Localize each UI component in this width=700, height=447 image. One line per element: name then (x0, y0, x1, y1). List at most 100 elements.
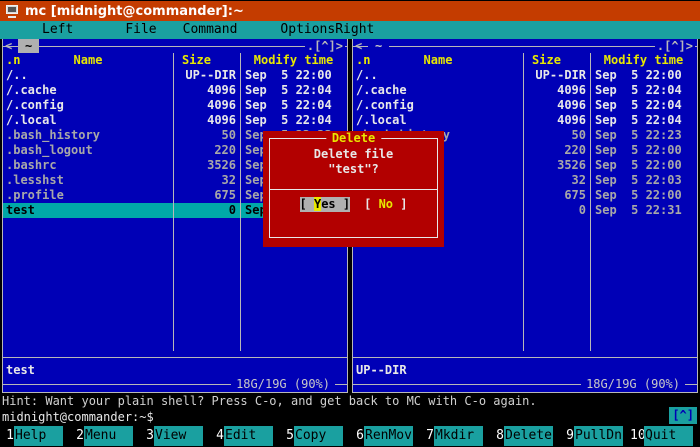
file-row[interactable]: /.cache 4096 Sep 5 22:04 (3, 83, 347, 98)
function-key-number: 9 (560, 426, 574, 446)
no-button[interactable]: [ No ] (364, 197, 407, 212)
menu-item[interactable]: Left (42, 21, 73, 39)
left-panel-separator (3, 351, 347, 363)
scrollback-indicator[interactable]: [^] (669, 407, 697, 424)
function-key[interactable]: 5 Copy (280, 426, 350, 446)
delete-dialog: Delete Delete file "test"? [ Yes ] [ No … (263, 131, 444, 247)
menu-item[interactable]: Options (280, 21, 335, 39)
file-size: 3526 (173, 158, 240, 173)
file-row[interactable]: /.. UP--DIR Sep 5 22:00 (3, 68, 347, 83)
delete-dialog-divider (270, 189, 437, 190)
function-key-label: View (154, 426, 203, 446)
file-size: 675 (173, 188, 240, 203)
function-key[interactable]: 9 PullDn (560, 426, 630, 446)
function-key[interactable]: 8 Delete (490, 426, 560, 446)
file-name: .profile (3, 188, 173, 203)
file-size: 220 (523, 143, 590, 158)
left-panel-back-arrow[interactable]: < (5, 39, 12, 53)
column-header-mtime[interactable]: Modify time (240, 53, 347, 68)
left-panel-disk-usage: 18G/19G (90%) (231, 378, 335, 391)
function-key[interactable]: 2 Menu (70, 426, 140, 446)
right-panel-separator (353, 351, 697, 363)
file-mtime: Sep 5 22:04 (590, 98, 697, 113)
file-name: /.config (353, 98, 523, 113)
right-panel-disk-usage: 18G/19G (90%) (581, 378, 685, 391)
file-mtime: Sep 5 22:00 (590, 158, 697, 173)
yes-button[interactable]: [ Yes ] (300, 197, 351, 212)
function-key[interactable]: 7 Mkdir (420, 426, 490, 446)
function-key-label: RenMov (364, 426, 413, 446)
file-row[interactable]: /.config 4096 Sep 5 22:04 (3, 98, 347, 113)
file-row[interactable]: /.. UP--DIR Sep 5 22:00 (353, 68, 697, 83)
menu-item[interactable]: Command (183, 21, 238, 39)
file-size: 0 (523, 203, 590, 218)
no-button-bracket-right: ] (393, 197, 407, 211)
file-mtime: Sep 5 22:04 (590, 83, 697, 98)
function-key-label: Menu (84, 426, 133, 446)
left-panel-corner-controls[interactable]: .[^]> (305, 39, 345, 53)
delete-dialog-message-line1: Delete file (270, 147, 437, 162)
file-size: 32 (523, 173, 590, 188)
sort-indicator[interactable]: .n (353, 53, 373, 68)
column-header-mtime[interactable]: Modify time (590, 53, 697, 68)
function-key-number: 8 (490, 426, 504, 446)
function-key[interactable]: 10 Quit (630, 426, 700, 446)
function-key-number: 2 (70, 426, 84, 446)
file-size: 4096 (523, 98, 590, 113)
left-panel-top-border: < ~ .[^]> (3, 39, 347, 53)
file-row[interactable]: /.local 4096 Sep 5 22:04 (353, 113, 697, 128)
function-key-number: 10 (630, 426, 644, 446)
column-divider (523, 53, 524, 351)
column-header-name[interactable]: Name (23, 53, 153, 68)
function-key-number: 4 (210, 426, 224, 446)
right-panel-corner-controls[interactable]: .[^]> (655, 39, 695, 53)
right-panel-path-tab[interactable]: ~ (368, 39, 389, 53)
file-size: 0 (173, 203, 240, 218)
function-key[interactable]: 1 Help (0, 426, 70, 446)
sort-indicator[interactable]: .n (3, 53, 23, 68)
file-name: /.local (3, 113, 173, 128)
function-key-number: 7 (420, 426, 434, 446)
column-header-size[interactable]: Size (153, 53, 240, 68)
delete-dialog-title: Delete (326, 131, 381, 146)
file-size: 4096 (173, 113, 240, 128)
function-key[interactable]: 6 RenMov (350, 426, 420, 446)
right-panel-top-border: < ~ .[^]> (353, 39, 697, 53)
menu-item[interactable]: File (125, 21, 156, 39)
function-key-number: 3 (140, 426, 154, 446)
file-size: 50 (173, 128, 240, 143)
menu-item[interactable]: Right (335, 21, 374, 39)
window-titlebar: mc [midnight@commander]:~ (0, 0, 700, 21)
file-row[interactable]: /.cache 4096 Sep 5 22:04 (353, 83, 697, 98)
file-mtime: Sep 5 22:04 (240, 83, 347, 98)
left-panel-bottom-border: 18G/19G (90%) (3, 378, 347, 392)
right-panel-bottom-border: 18G/19G (90%) (353, 378, 697, 392)
yes-button-rest: es ] (321, 197, 350, 211)
menu-bar: Left File Command Options Right (0, 21, 700, 39)
left-panel-mini-status: test (3, 363, 347, 378)
file-name: test (3, 203, 173, 218)
column-divider (240, 53, 241, 351)
column-header-size[interactable]: Size (503, 53, 590, 68)
column-header-name[interactable]: Name (373, 53, 503, 68)
function-key-label: Edit (224, 426, 273, 446)
file-mtime: Sep 5 22:04 (240, 98, 347, 113)
hint-line: Hint: Want your plain shell? Press C-o, … (0, 393, 700, 409)
file-name: /.local (353, 113, 523, 128)
file-size: UP--DIR (173, 68, 240, 83)
file-row[interactable]: /.config 4096 Sep 5 22:04 (353, 98, 697, 113)
function-key[interactable]: 3 View (140, 426, 210, 446)
file-mtime: Sep 5 22:00 (590, 143, 697, 158)
function-key[interactable]: 4 Edit (210, 426, 280, 446)
right-panel-back-arrow[interactable]: < (355, 39, 362, 53)
delete-dialog-buttons: [ Yes ] [ No ] (270, 197, 437, 212)
file-name: /.. (353, 68, 523, 83)
left-panel-path-tab[interactable]: ~ (18, 39, 39, 53)
function-key-label: Mkdir (434, 426, 483, 446)
shell-prompt[interactable]: midnight@commander:~$ (0, 409, 700, 426)
column-divider (590, 53, 591, 351)
file-row[interactable]: /.local 4096 Sep 5 22:04 (3, 113, 347, 128)
file-mtime: Sep 5 22:23 (590, 128, 697, 143)
file-mtime: Sep 5 22:00 (590, 68, 697, 83)
right-panel-column-headers: .n Name Size Modify time (353, 53, 697, 68)
